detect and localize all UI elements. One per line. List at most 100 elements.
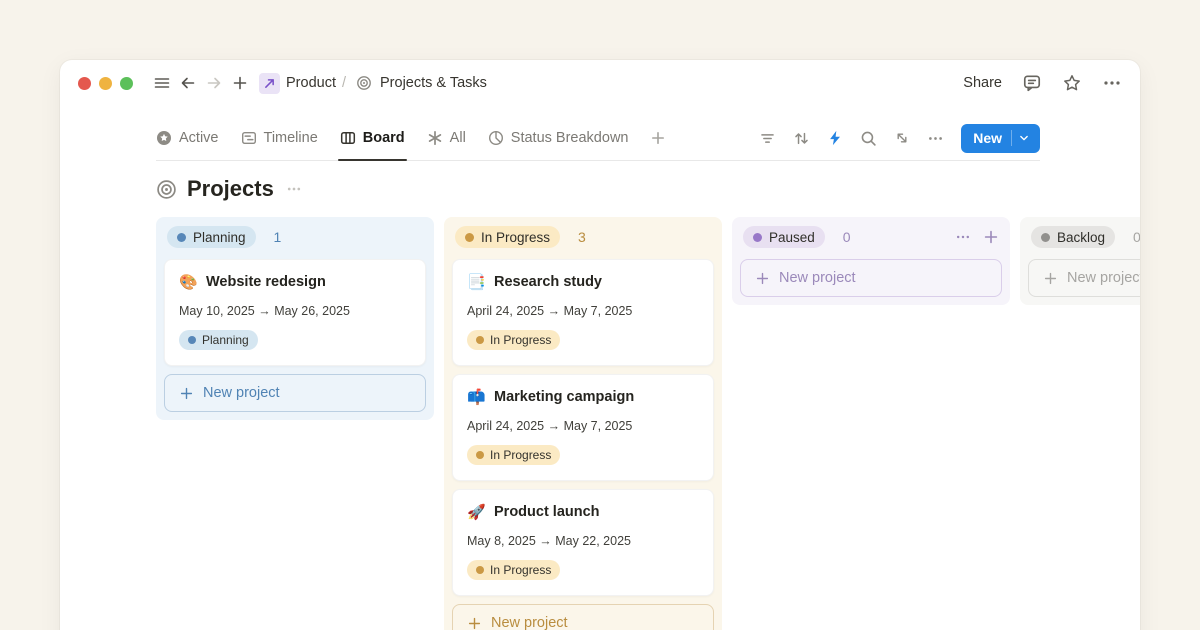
breadcrumb-product[interactable]: Product xyxy=(286,75,336,91)
card-list: 📑 Research study April 24, 2025 → May 7,… xyxy=(452,259,714,596)
breadcrumb-separator: / xyxy=(342,75,346,91)
board-view-icon xyxy=(340,130,356,146)
card-dates: May 10, 2025 → May 26, 2025 xyxy=(179,304,411,318)
status-badge[interactable]: Paused xyxy=(743,226,825,248)
minimize-window-button[interactable] xyxy=(99,77,112,90)
column-add-button[interactable] xyxy=(983,229,999,245)
target-icon xyxy=(156,179,177,200)
card-status-badge: In Progress xyxy=(467,560,560,580)
target-icon xyxy=(356,75,372,91)
new-project-button[interactable]: New project xyxy=(452,604,714,630)
tab-all[interactable]: All xyxy=(427,124,466,160)
chevron-down-icon[interactable] xyxy=(1012,132,1036,144)
plus-icon xyxy=(179,386,194,401)
comments-button[interactable] xyxy=(1022,73,1042,93)
sidebar-menu-button[interactable] xyxy=(149,70,175,96)
card-title: Research study xyxy=(494,274,602,290)
new-button[interactable]: New xyxy=(961,124,1040,153)
window-topbar: Product / Projects & Tasks Share xyxy=(60,60,1140,106)
traffic-lights xyxy=(78,77,133,90)
collection-title-row: Projects xyxy=(156,176,1040,202)
card-emoji: 🎨 xyxy=(179,273,197,291)
card-dates: April 24, 2025 → May 7, 2025 xyxy=(467,304,699,318)
hamburger-icon xyxy=(153,74,171,92)
automations-button[interactable] xyxy=(827,130,843,146)
project-card[interactable]: 🚀 Product launch May 8, 2025 → May 22, 2… xyxy=(452,489,714,596)
breadcrumb-page[interactable]: Projects & Tasks xyxy=(380,75,487,91)
card-emoji: 📑 xyxy=(467,273,485,291)
column-count: 0 xyxy=(843,229,851,245)
column-count: 1 xyxy=(274,229,282,245)
kanban-board: Planning 1 🎨 Website redesign May 10, 20… xyxy=(156,217,1140,630)
project-card[interactable]: 📑 Research study April 24, 2025 → May 7,… xyxy=(452,259,714,366)
close-window-button[interactable] xyxy=(78,77,91,90)
new-page-button[interactable] xyxy=(227,70,253,96)
card-title: Website redesign xyxy=(206,274,326,290)
title-more-button[interactable] xyxy=(286,181,302,197)
tab-status-breakdown[interactable]: Status Breakdown xyxy=(488,124,629,160)
card-title: Product launch xyxy=(494,504,600,520)
status-dot xyxy=(177,233,186,242)
search-button[interactable] xyxy=(860,130,877,147)
zoom-window-button[interactable] xyxy=(120,77,133,90)
add-view-button[interactable] xyxy=(650,124,666,160)
ellipsis-icon xyxy=(927,130,944,147)
column-header: Backlog 0 xyxy=(1028,225,1140,249)
column-count: 3 xyxy=(578,229,586,245)
status-badge[interactable]: Backlog xyxy=(1031,226,1115,248)
status-dot xyxy=(188,336,196,344)
expand-button[interactable] xyxy=(894,130,910,146)
project-card[interactable]: 📫 Marketing campaign April 24, 2025 → Ma… xyxy=(452,374,714,481)
card-list: 🎨 Website redesign May 10, 2025 → May 26… xyxy=(164,259,426,366)
lightning-icon xyxy=(827,130,843,146)
plus-icon xyxy=(755,271,770,286)
tab-board[interactable]: Board xyxy=(340,124,405,160)
filter-button[interactable] xyxy=(759,130,776,147)
card-status-badge: Planning xyxy=(179,330,258,350)
comment-icon xyxy=(1022,73,1042,93)
column-count: 0 xyxy=(1133,229,1140,245)
sort-button[interactable] xyxy=(793,130,810,147)
card-dates: April 24, 2025 → May 7, 2025 xyxy=(467,419,699,433)
card-emoji: 🚀 xyxy=(467,503,485,521)
back-button[interactable] xyxy=(175,70,201,96)
tab-active[interactable]: Active xyxy=(156,124,219,160)
new-project-button[interactable]: New project xyxy=(740,259,1002,297)
column-backlog: Backlog 0 New project xyxy=(1020,217,1140,305)
status-badge[interactable]: In Progress xyxy=(455,226,560,248)
filter-icon xyxy=(759,130,776,147)
asterisk-icon xyxy=(427,130,443,146)
forward-button[interactable] xyxy=(201,70,227,96)
column-more-button[interactable] xyxy=(955,229,971,245)
view-more-button[interactable] xyxy=(927,130,944,147)
star-circle-icon xyxy=(156,130,172,146)
back-arrow-icon xyxy=(179,74,197,92)
status-badge[interactable]: Planning xyxy=(167,226,256,248)
card-dates: May 8, 2025 → May 22, 2025 xyxy=(467,534,699,548)
status-dot xyxy=(476,451,484,459)
status-dot xyxy=(1041,233,1050,242)
plus-icon xyxy=(231,74,249,92)
project-card[interactable]: 🎨 Website redesign May 10, 2025 → May 26… xyxy=(164,259,426,366)
plus-icon xyxy=(467,616,482,630)
new-project-button[interactable]: New project xyxy=(164,374,426,412)
timeline-view-icon xyxy=(241,130,257,146)
card-status-badge: In Progress xyxy=(467,330,560,350)
view-toolbar: New xyxy=(759,124,1040,160)
ellipsis-icon xyxy=(1102,73,1122,93)
star-icon xyxy=(1062,73,1082,93)
view-tabs-bar: Active Timeline Board All Status Breakdo… xyxy=(156,124,1040,161)
card-title: Marketing campaign xyxy=(494,389,634,405)
product-page-icon xyxy=(259,73,280,94)
tab-timeline[interactable]: Timeline xyxy=(241,124,318,160)
card-status-badge: In Progress xyxy=(467,445,560,465)
more-options-button[interactable] xyxy=(1102,73,1122,93)
status-dot xyxy=(753,233,762,242)
favorite-button[interactable] xyxy=(1062,73,1082,93)
share-button[interactable]: Share xyxy=(963,75,1002,91)
column-controls xyxy=(955,229,999,245)
column-header: Planning 1 xyxy=(164,225,426,249)
new-project-button[interactable]: New project xyxy=(1028,259,1140,297)
card-emoji: 📫 xyxy=(467,388,485,406)
status-dot xyxy=(476,336,484,344)
